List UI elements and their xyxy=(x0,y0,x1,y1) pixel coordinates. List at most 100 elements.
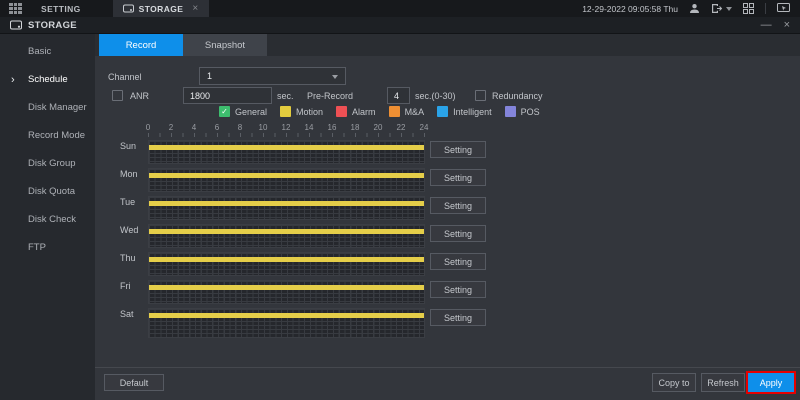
window-body: Basic›ScheduleDisk ManagerRecord ModeDis… xyxy=(0,34,800,400)
datetime: 12-29-2022 09:05:58 Thu xyxy=(582,4,678,14)
anr-checkbox[interactable] xyxy=(112,90,123,101)
dvr-storage-settings-screen: SETTING STORAGE × 12-29-2022 09:05:58 Th… xyxy=(0,0,800,400)
schedule-grid-wed[interactable] xyxy=(148,224,425,248)
motion-bar-fri xyxy=(149,285,424,290)
schedule-grid-fri[interactable] xyxy=(148,280,425,304)
day-label: Wed xyxy=(120,225,138,235)
active-item-arrow-icon: › xyxy=(11,66,15,94)
day-label: Mon xyxy=(120,169,138,179)
redundancy-checkbox[interactable] xyxy=(475,90,486,101)
schedule-grid-tue[interactable] xyxy=(148,196,425,220)
setting-button-mon[interactable]: Setting xyxy=(430,169,486,186)
setting-button-sat[interactable]: Setting xyxy=(430,309,486,326)
hour-label: 22 xyxy=(397,123,406,132)
motion-bar-thu xyxy=(149,257,424,262)
top-tab-bar: SETTING STORAGE × 12-29-2022 09:05:58 Th… xyxy=(0,0,800,17)
schedule-row-thu: ThuSetting xyxy=(95,252,800,276)
sidebar-item-label: Schedule xyxy=(28,74,68,85)
prerecord-input[interactable] xyxy=(387,87,410,104)
tab-snapshot[interactable]: Snapshot xyxy=(183,34,267,56)
apps-grid-icon[interactable] xyxy=(9,3,22,14)
schedule-row-sat: SatSetting xyxy=(95,308,800,338)
hour-label: 12 xyxy=(282,123,291,132)
footer-bar: Default Copy to Refresh Apply xyxy=(95,367,800,400)
schedule-grid-mon[interactable] xyxy=(148,168,425,192)
sidebar-item-schedule[interactable]: › Schedule xyxy=(0,66,95,94)
schedule-row-wed: Wed Setting xyxy=(95,224,800,248)
motion-bar-sat xyxy=(149,313,424,318)
channel-select[interactable]: 1 xyxy=(199,67,346,85)
schedule-grid-sat[interactable] xyxy=(148,308,425,338)
schedule-rows: SunSettingMonSettingTueSettingWedSetting… xyxy=(95,140,800,342)
anr-prerecord-row: ANR sec. Pre-Record sec.(0-30) Redundanc… xyxy=(95,87,800,105)
motion-bar-mon xyxy=(149,173,424,178)
prerecord-unit-label: sec.(0-30) xyxy=(415,91,456,101)
multi-window-icon[interactable] xyxy=(743,3,754,14)
sidebar-menu: Basic›ScheduleDisk ManagerRecord ModeDis… xyxy=(0,34,95,400)
legend-checkbox-general[interactable]: ✓ xyxy=(219,106,230,117)
sidebar-item-disk-check[interactable]: Disk Check xyxy=(0,206,95,234)
tab-close-icon[interactable]: × xyxy=(192,3,198,14)
legend-checkbox-intelligent[interactable] xyxy=(437,106,448,117)
channel-value: 1 xyxy=(207,71,212,81)
hour-label: 6 xyxy=(215,123,219,132)
setting-button-tue[interactable]: Setting xyxy=(430,197,486,214)
setting-button-sun[interactable]: Setting xyxy=(430,141,486,158)
anr-label: ANR xyxy=(130,91,149,101)
legend-item-motion: Motion xyxy=(280,106,323,117)
tab-record[interactable]: Record xyxy=(99,34,183,56)
legend-label: General xyxy=(235,107,267,117)
legend-checkbox-motion[interactable] xyxy=(280,106,291,117)
default-button[interactable]: Default xyxy=(104,374,164,391)
legend-item-intelligent: Intelligent xyxy=(437,106,492,117)
hour-label: 8 xyxy=(238,123,242,132)
prerecord-label: Pre-Record xyxy=(307,91,353,101)
setting-button-thu[interactable]: Setting xyxy=(430,253,486,270)
day-label: Fri xyxy=(120,281,131,291)
setting-button-wed[interactable]: Setting xyxy=(430,225,486,242)
record-snapshot-tabstrip: Record Snapshot xyxy=(95,34,800,56)
schedule-grid-sun[interactable] xyxy=(148,140,425,164)
tab-storage[interactable]: STORAGE × xyxy=(113,0,209,17)
schedule-row-fri: Fri Setting xyxy=(95,280,800,304)
legend-label: M&A xyxy=(405,107,425,117)
disk-icon xyxy=(10,20,22,30)
close-icon[interactable]: × xyxy=(784,20,790,30)
user-icon[interactable] xyxy=(689,3,700,14)
topbar-separator xyxy=(765,3,766,14)
sidebar-item-disk-quota[interactable]: Disk Quota xyxy=(0,178,95,206)
channel-row: Channel 1 xyxy=(95,67,800,85)
sidebar-item-basic[interactable]: Basic xyxy=(0,38,95,66)
sidebar-item-record-mode[interactable]: Record Mode xyxy=(0,122,95,150)
setting-button-fri[interactable]: Setting xyxy=(430,281,486,298)
hour-label: 20 xyxy=(374,123,383,132)
refresh-button[interactable]: Refresh xyxy=(701,373,745,392)
copy-to-button[interactable]: Copy to xyxy=(652,373,696,392)
content-pane: Record Snapshot Channel 1 ANR sec. Pre-R… xyxy=(95,34,800,400)
hour-label: 24 xyxy=(420,123,429,132)
legend-label: Intelligent xyxy=(453,107,492,117)
legend-checkbox-alarm[interactable] xyxy=(336,106,347,117)
sidebar-item-disk-manager[interactable]: Disk Manager xyxy=(0,94,95,122)
sidebar-item-ftp[interactable]: FTP xyxy=(0,234,95,262)
apply-button[interactable]: Apply xyxy=(748,373,794,392)
sidebar-item-disk-group[interactable]: Disk Group xyxy=(0,150,95,178)
schedule-grid-thu[interactable] xyxy=(148,252,425,276)
chevron-down-icon xyxy=(726,7,732,11)
tab-setting-label: SETTING xyxy=(41,4,81,14)
motion-bar-sun xyxy=(149,145,424,150)
legend-checkbox-m-a[interactable] xyxy=(389,106,400,117)
legend-label: Alarm xyxy=(352,107,376,117)
sidebar-item-label: Disk Manager xyxy=(28,102,87,113)
motion-bar-wed xyxy=(149,229,424,234)
legend-checkbox-pos[interactable] xyxy=(505,106,516,117)
hour-label: 2 xyxy=(169,123,173,132)
logout-icon[interactable] xyxy=(711,3,732,14)
anr-unit-label: sec. xyxy=(277,91,294,101)
display-icon[interactable] xyxy=(777,3,790,14)
minimize-icon[interactable]: — xyxy=(761,20,772,30)
anr-duration-input[interactable] xyxy=(183,87,272,104)
schedule-row-tue: TueSetting xyxy=(95,196,800,220)
legend-item-pos: POS xyxy=(505,106,540,117)
tab-setting[interactable]: SETTING xyxy=(31,0,91,17)
